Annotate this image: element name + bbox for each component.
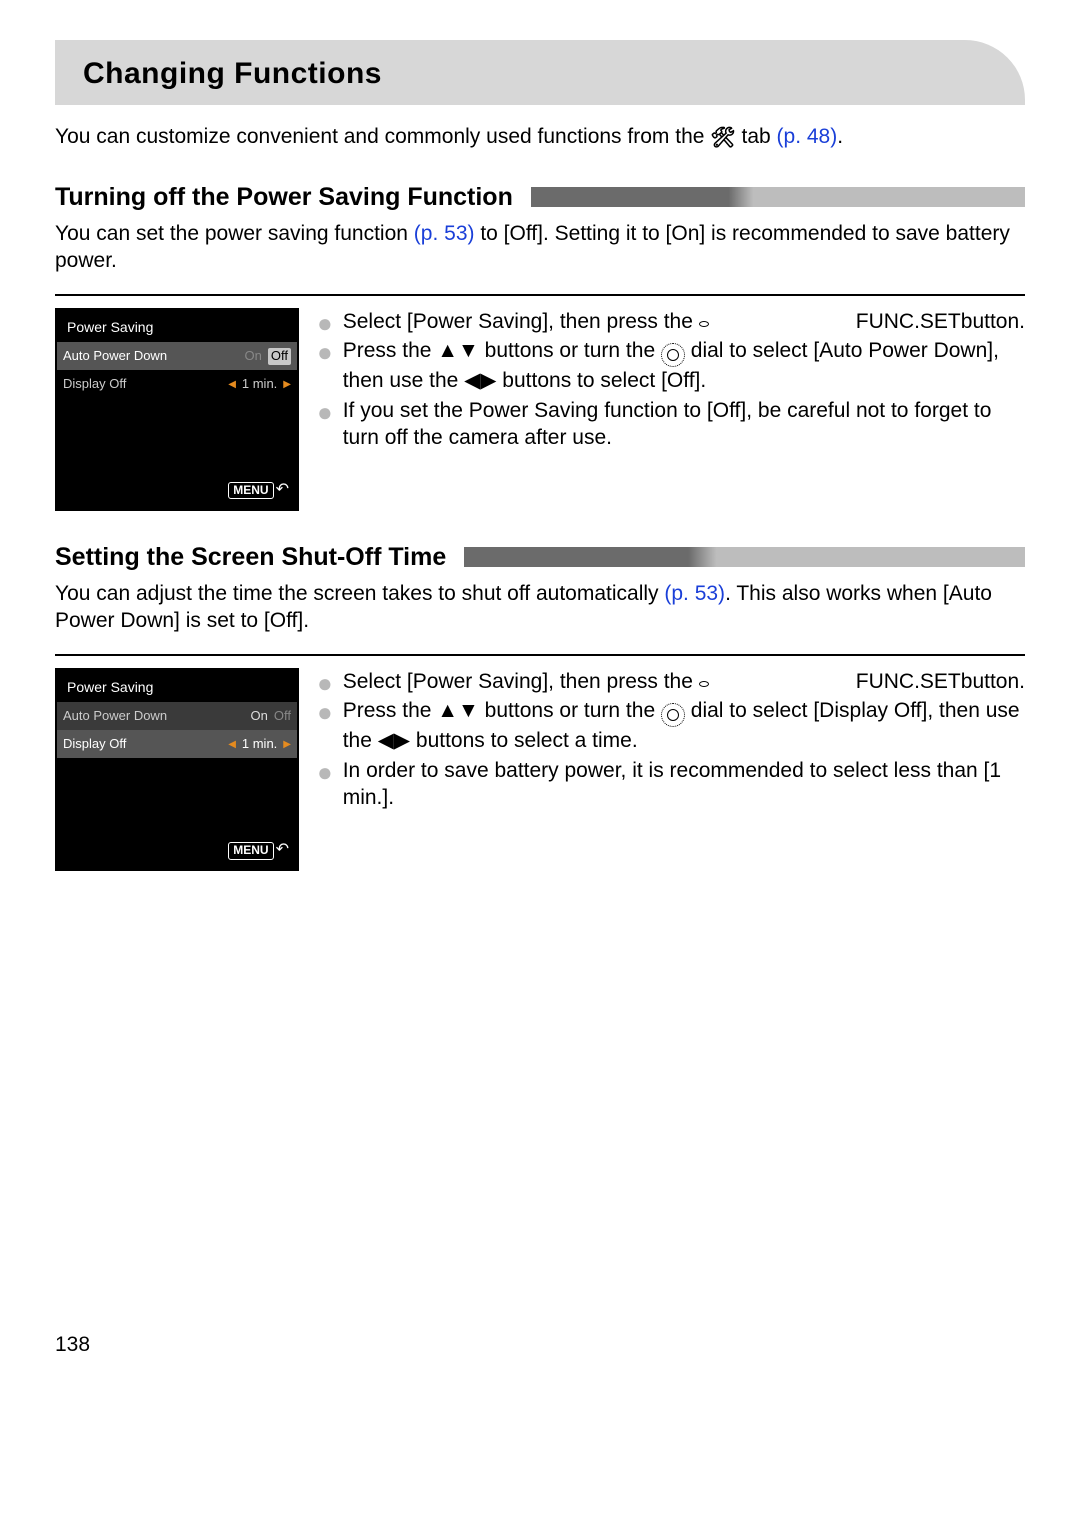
- lcd-screenshot-2: Power Saving Auto Power Down On Off Disp…: [55, 668, 299, 871]
- menu-icon: MENU: [228, 842, 273, 860]
- lcd1-apd-label: Auto Power Down: [63, 348, 167, 365]
- func-set-icon: [699, 681, 709, 687]
- up-down-icon: ▲▼: [437, 699, 479, 722]
- lcd2-do-val: 1 min.: [242, 736, 277, 753]
- right-arrow-icon: ▶: [283, 378, 291, 391]
- bullet-icon: ●: [317, 310, 333, 336]
- divider-icon: [55, 294, 1025, 296]
- lcd2-footer: MENU↶: [57, 836, 297, 869]
- lcd1-row-auto-power-down: Auto Power Down On Off: [57, 342, 297, 370]
- section-rule-icon: [531, 187, 1025, 207]
- divider-icon: [55, 654, 1025, 656]
- lcd1-do-val: 1 min.: [242, 376, 277, 393]
- up-down-icon: ▲▼: [437, 339, 479, 362]
- left-right-icon: ◀▶: [464, 369, 496, 392]
- s1b2-a: Press the: [343, 339, 438, 362]
- s1b2-b: buttons or turn the: [479, 339, 661, 362]
- lcd2-off: Off: [274, 708, 291, 725]
- s2b2-a: Press the: [343, 699, 438, 722]
- section-heading-power-saving: Turning off the Power Saving Function: [55, 181, 1025, 214]
- section2-paragraph: You can adjust the time the screen takes…: [55, 580, 1025, 635]
- s2b1-a: Select [Power Saving], then press the: [343, 670, 699, 693]
- intro-paragraph: You can customize convenient and commonl…: [55, 123, 1025, 151]
- section-heading-screen-shutoff: Setting the Screen Shut-Off Time: [55, 541, 1025, 574]
- lcd2-row-auto-power-down: Auto Power Down On Off: [57, 702, 297, 730]
- back-icon: ↶: [276, 841, 289, 858]
- lcd-spacer: [57, 758, 297, 836]
- s2b1-b: button.: [961, 668, 1025, 695]
- s1b1-b: button.: [961, 308, 1025, 335]
- bullet-icon: ●: [317, 759, 333, 785]
- page-title: Changing Functions: [83, 57, 382, 90]
- section2-bullets: ● Select [Power Saving], then press the …: [317, 668, 1025, 813]
- section1-block: Power Saving Auto Power Down On Off Disp…: [55, 308, 1025, 511]
- menu-icon: MENU: [228, 482, 273, 500]
- s1b3: If you set the Power Saving function to …: [343, 397, 1025, 452]
- lcd1-title: Power Saving: [57, 310, 297, 342]
- bullet-icon: ●: [317, 339, 333, 365]
- section1-paragraph: You can set the power saving function (p…: [55, 220, 1025, 275]
- s2b3: In order to save battery power, it is re…: [343, 757, 1025, 812]
- s2b2-d: buttons to select a time.: [410, 729, 638, 752]
- left-arrow-icon: ◀: [228, 378, 236, 391]
- dial-icon: [661, 703, 685, 727]
- s2-bullet-1: ● Select [Power Saving], then press the …: [317, 668, 1025, 697]
- lcd1-do-label: Display Off: [63, 376, 126, 393]
- s2-bullet-3: ● In order to save battery power, it is …: [317, 757, 1025, 814]
- intro-period: .: [837, 125, 843, 148]
- dial-icon: [661, 343, 685, 367]
- page-ref-53a[interactable]: (p. 53): [414, 222, 475, 245]
- lcd-spacer: [57, 398, 297, 476]
- lcd2-apd-label: Auto Power Down: [63, 708, 167, 725]
- s2-bullet-2: ● Press the ▲▼ buttons or turn the dial …: [317, 697, 1025, 756]
- func-set-icon: [699, 321, 709, 327]
- s1-bullet-3: ● If you set the Power Saving function t…: [317, 397, 1025, 454]
- lcd2-title: Power Saving: [57, 670, 297, 702]
- right-arrow-icon: ▶: [283, 738, 291, 751]
- s2-para-a: You can adjust the time the screen takes…: [55, 582, 664, 605]
- page-title-banner: Changing Functions: [55, 40, 1025, 105]
- page-ref-48[interactable]: (p. 48): [777, 125, 838, 148]
- tools-icon: 🛠: [710, 127, 735, 149]
- s1b2-d: buttons to select [Off].: [496, 369, 706, 392]
- section2-title: Setting the Screen Shut-Off Time: [55, 541, 446, 574]
- s1-para-a: You can set the power saving function: [55, 222, 414, 245]
- section-rule-icon: [464, 547, 1025, 567]
- s2b2-b: buttons or turn the: [479, 699, 661, 722]
- section1-title: Turning off the Power Saving Function: [55, 181, 513, 214]
- bullet-icon: ●: [317, 670, 333, 696]
- intro-text-b: tab: [736, 125, 777, 148]
- lcd2-on: On: [251, 708, 268, 725]
- lcd-screenshot-1: Power Saving Auto Power Down On Off Disp…: [55, 308, 299, 511]
- lcd2-row-display-off: Display Off ◀ 1 min. ▶: [57, 730, 297, 758]
- section2-block: Power Saving Auto Power Down On Off Disp…: [55, 668, 1025, 871]
- left-arrow-icon: ◀: [228, 738, 236, 751]
- lcd1-on: On: [245, 348, 262, 365]
- lcd1-footer: MENU↶: [57, 476, 297, 509]
- s1-bullet-2: ● Press the ▲▼ buttons or turn the dial …: [317, 337, 1025, 396]
- section1-bullets: ● Select [Power Saving], then press the …: [317, 308, 1025, 453]
- intro-text-a: You can customize convenient and commonl…: [55, 125, 710, 148]
- s1b1-a: Select [Power Saving], then press the: [343, 310, 699, 333]
- page-number: 138: [55, 1331, 1025, 1358]
- bullet-icon: ●: [317, 699, 333, 725]
- bullet-icon: ●: [317, 399, 333, 425]
- lcd1-off: Off: [268, 348, 291, 365]
- page-ref-53b[interactable]: (p. 53): [664, 582, 725, 605]
- back-icon: ↶: [276, 481, 289, 498]
- left-right-icon: ◀▶: [378, 729, 410, 752]
- lcd2-do-label: Display Off: [63, 736, 126, 753]
- s1-bullet-1: ● Select [Power Saving], then press the …: [317, 308, 1025, 337]
- lcd1-row-display-off: Display Off ◀ 1 min. ▶: [57, 370, 297, 398]
